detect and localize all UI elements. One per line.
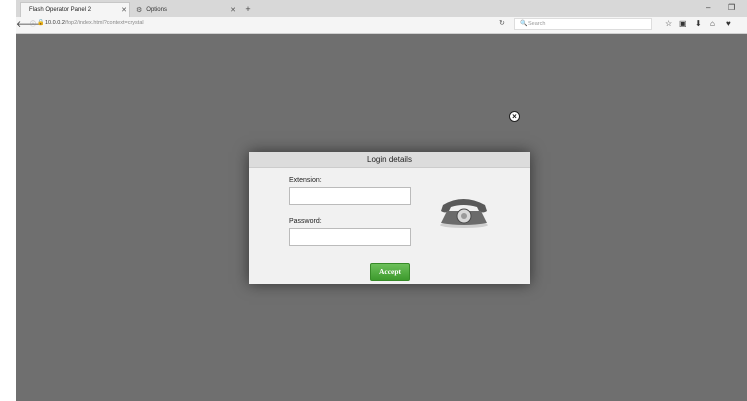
close-dialog-icon[interactable]: ×: [509, 111, 520, 122]
url-host: 10.0.0.2: [45, 20, 65, 26]
restore-button[interactable]: ❐: [728, 3, 735, 12]
pocket-icon[interactable]: ♥: [726, 19, 731, 28]
bookmark-star-icon[interactable]: ☆: [665, 19, 672, 28]
url-path: /fop2/index.html?context=crystal: [64, 20, 144, 26]
info-icon[interactable]: ⓘ: [30, 19, 36, 28]
search-box[interactable]: 🔍 Search: [514, 18, 652, 30]
minimize-button[interactable]: –: [706, 3, 710, 12]
page-overlay[interactable]: Login details Extension: Password: Accep…: [16, 34, 747, 401]
close-tab-icon[interactable]: ✕: [119, 6, 129, 14]
tab-bar: Flash Operator Panel 2 ✕ ⚙ Options ✕ + –…: [16, 0, 747, 17]
extension-input[interactable]: [289, 187, 411, 205]
telephone-icon: [440, 199, 488, 228]
tab-flash-operator-panel[interactable]: Flash Operator Panel 2 ✕: [20, 2, 130, 17]
login-dialog: Login details Extension: Password: Accep…: [249, 152, 530, 284]
new-tab-button[interactable]: +: [241, 2, 255, 16]
left-edge: [0, 0, 16, 401]
search-placeholder: Search: [528, 21, 546, 27]
insecure-lock-icon[interactable]: 🔒: [37, 19, 44, 26]
reload-icon[interactable]: ↻: [499, 19, 505, 27]
password-input[interactable]: [289, 228, 411, 246]
accept-button[interactable]: Accept: [370, 263, 410, 281]
url-bar[interactable]: 10.0.0.2/fop2/index.html?context=crystal: [45, 20, 144, 26]
download-icon[interactable]: ⬇: [695, 19, 702, 28]
extension-label: Extension:: [289, 177, 322, 184]
close-tab-icon[interactable]: ✕: [228, 6, 238, 14]
home-icon[interactable]: ⌂: [710, 19, 715, 28]
navigation-bar: 🡐 ⓘ 🔒 10.0.0.2/fop2/index.html?context=c…: [16, 17, 747, 34]
tab-label: Flash Operator Panel 2: [29, 7, 92, 13]
browser-window: Flash Operator Panel 2 ✕ ⚙ Options ✕ + –…: [16, 0, 747, 401]
clipboard-icon[interactable]: ▣: [679, 19, 687, 28]
dialog-title: Login details: [249, 152, 530, 168]
back-arrow-icon[interactable]: 🡐: [16, 18, 40, 30]
tab-label: Options: [146, 6, 167, 13]
password-label: Password:: [289, 218, 322, 225]
tab-options[interactable]: ⚙ Options ✕: [130, 2, 238, 17]
search-icon: 🔍: [520, 21, 528, 27]
